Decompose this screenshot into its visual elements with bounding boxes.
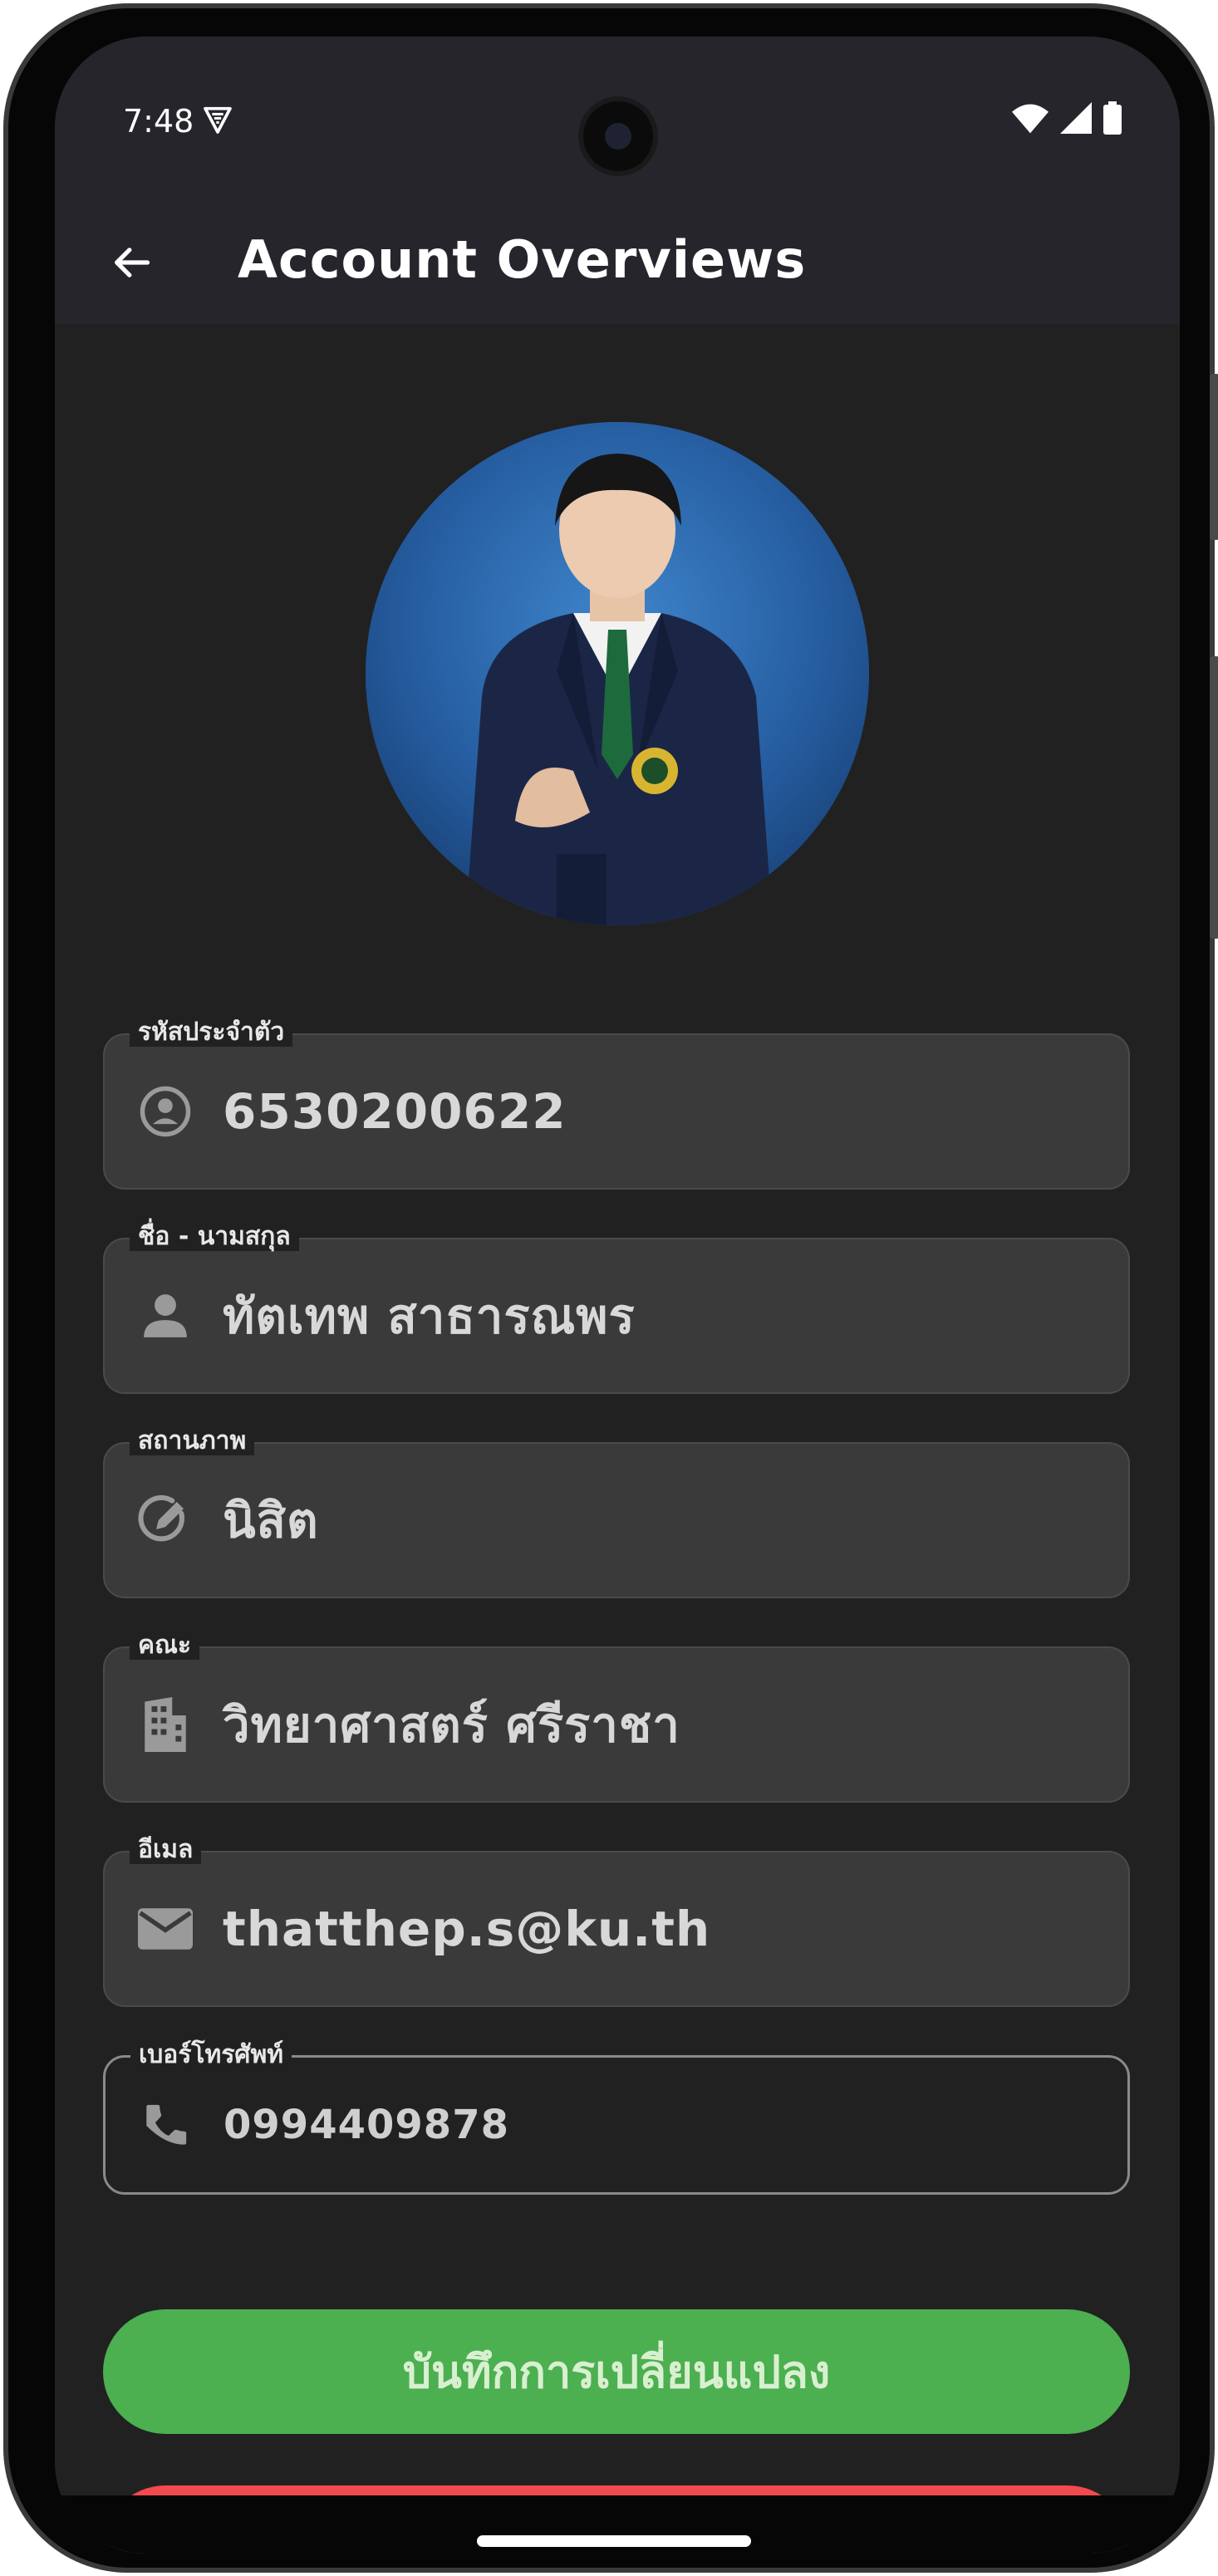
edit-status-icon	[136, 1491, 194, 1549]
power-button	[1210, 374, 1218, 540]
profile-avatar[interactable]	[366, 422, 869, 925]
volume-button	[1210, 656, 1218, 939]
home-indicator[interactable]	[477, 2535, 751, 2547]
wifi-icon	[1012, 104, 1049, 134]
page-title: Account Overviews	[238, 229, 807, 290]
front-camera	[578, 96, 658, 176]
account-circle-icon	[136, 1082, 194, 1141]
status-time: 7:48	[123, 103, 194, 140]
arrow-back-icon	[115, 248, 150, 277]
cellular-signal-icon	[1060, 102, 1092, 134]
save-changes-button[interactable]: บันทึกการเปลี่ยนแปลง	[103, 2309, 1130, 2434]
student-id-field[interactable]: รหัสประจำตัว 6530200622	[103, 1018, 1130, 1190]
email-value: thatthep.s@ku.th	[223, 1901, 711, 1957]
building-icon	[136, 1695, 194, 1754]
email-icon	[136, 1900, 194, 1958]
phone-field[interactable]: เบอร์โทรศัพท์ 0994409878	[103, 2041, 1130, 2195]
person-icon	[136, 1287, 194, 1345]
field-label: เบอร์โทรศัพท์	[130, 2041, 292, 2069]
faculty-value: วิทยาศาสตร์ ศรีราชา	[223, 1696, 680, 1754]
status-field[interactable]: สถานภาพ นิสิต	[103, 1427, 1130, 1598]
phone-icon	[137, 2096, 195, 2154]
field-label: คณะ	[130, 1631, 200, 1660]
profile-photo	[366, 422, 869, 925]
vpn-key-icon	[204, 106, 232, 134]
full-name-field[interactable]: ชื่อ - นามสกุล ทัตเทพ สาธารณพร	[103, 1223, 1130, 1394]
field-label: อีเมล	[130, 1836, 202, 1864]
field-label: สถานภาพ	[130, 1427, 255, 1455]
email-field[interactable]: อีเมล thatthep.s@ku.th	[103, 1836, 1130, 2007]
field-label: รหัสประจำตัว	[130, 1018, 293, 1047]
back-button[interactable]	[98, 229, 165, 296]
full-name-value: ทัตเทพ สาธารณพร	[223, 1288, 636, 1345]
screen: 7:48 Account Overviews รหัสประจำตัว 6530…	[55, 37, 1180, 2554]
status-icons	[1012, 101, 1122, 135]
phone-value: 0994409878	[223, 2102, 509, 2148]
faculty-field[interactable]: คณะ วิทยาศาสตร์ ศรีราชา	[103, 1631, 1130, 1803]
student-id-value: 6530200622	[223, 1083, 567, 1140]
phone-frame: 7:48 Account Overviews รหัสประจำตัว 6530…	[3, 3, 1218, 2573]
battery-icon	[1103, 101, 1122, 135]
status-value: นิสิต	[223, 1492, 319, 1549]
field-label: ชื่อ - นามสกุล	[130, 1223, 299, 1251]
